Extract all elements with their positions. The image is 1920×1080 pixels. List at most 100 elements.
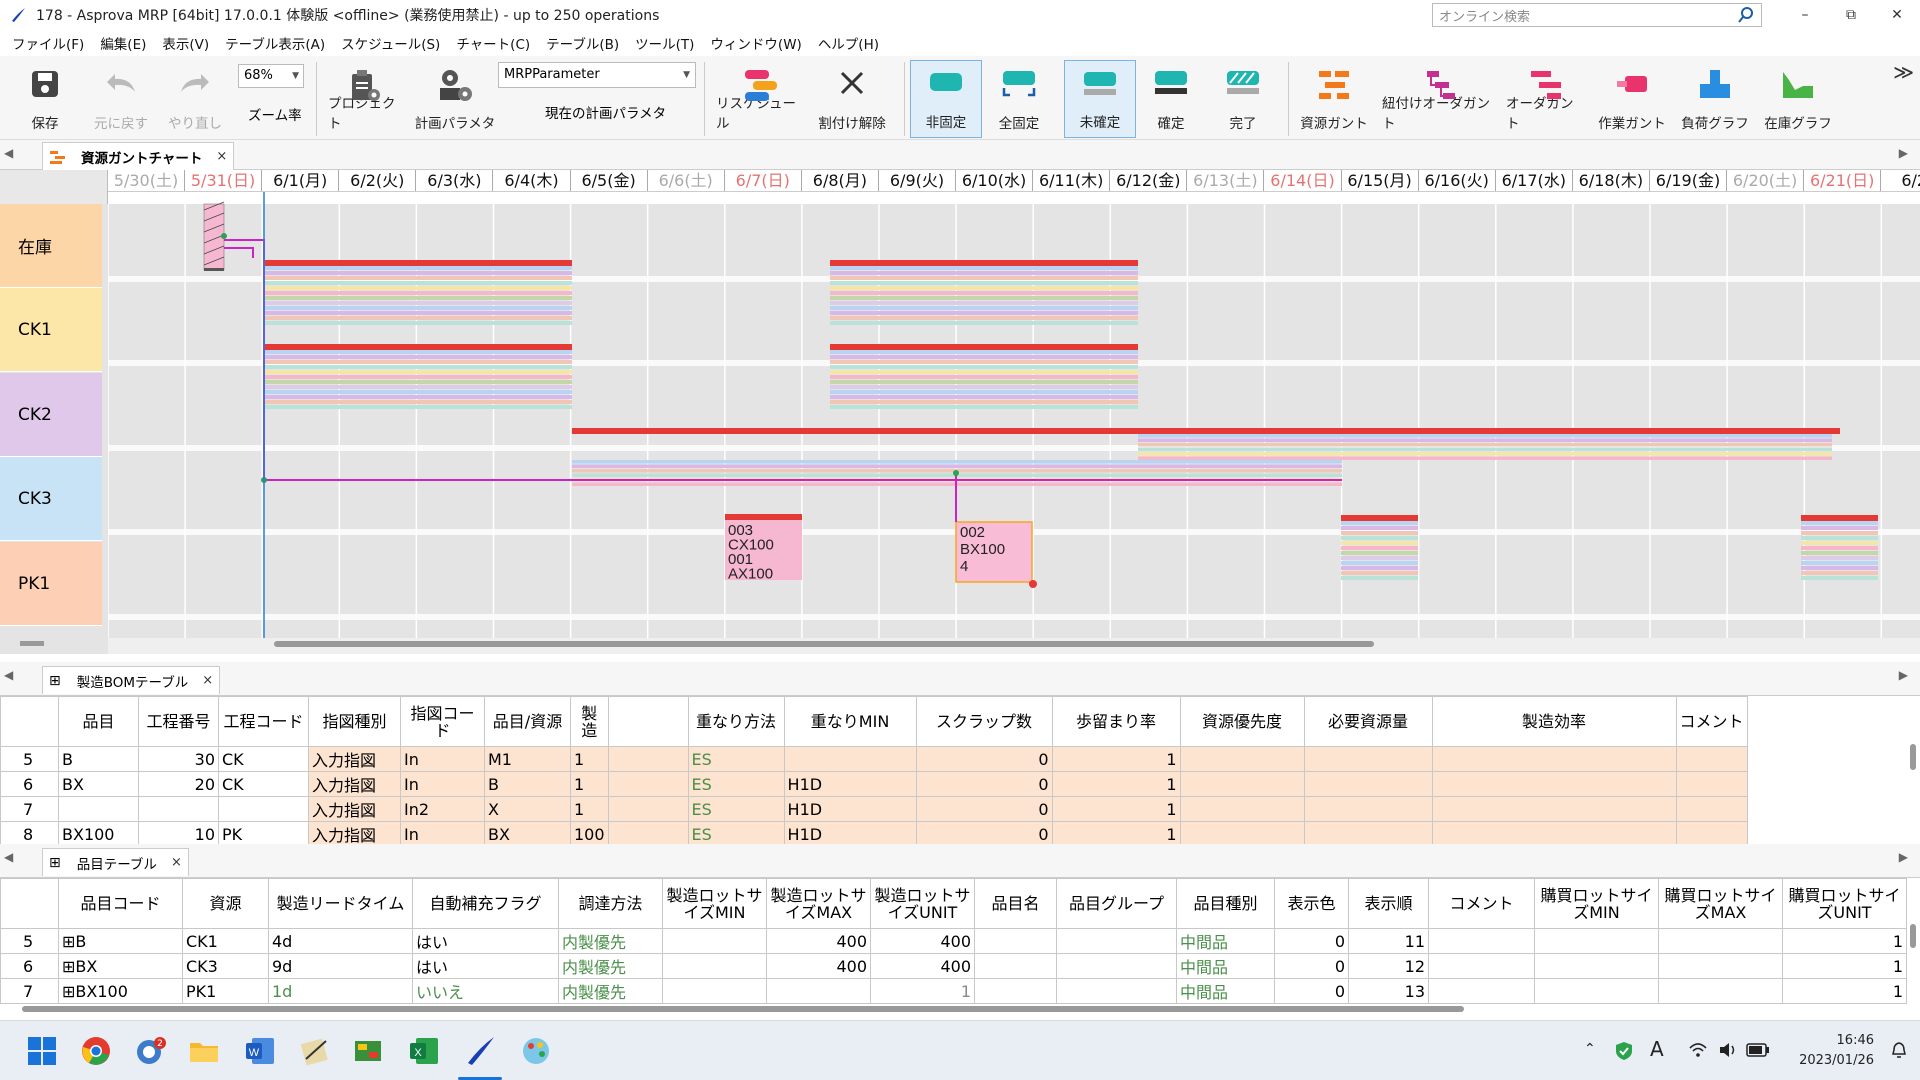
column-header[interactable]: 製造ロットサイズUNIT (870, 878, 975, 929)
pk1-operation[interactable] (1801, 526, 1878, 530)
column-header[interactable]: コメント (1675, 696, 1748, 747)
table-cell[interactable]: X (484, 796, 571, 822)
ck3-operation[interactable] (1138, 456, 1832, 461)
table-row[interactable]: 6 ⊞BX CK3 9d はい 内製優先 400 400 中間品 0 12 1 (0, 953, 1907, 979)
toolbar-overflow-button[interactable]: ≫ (1893, 60, 1914, 84)
table-cell[interactable] (218, 796, 309, 822)
tab-bom-table[interactable]: ⊞ 製造BOMテーブル × (42, 666, 221, 694)
pk1-operation[interactable] (1801, 536, 1878, 540)
table-cell[interactable]: 4d (268, 928, 413, 954)
menu-item[interactable]: テーブル(B) (546, 33, 619, 53)
tab-item-table[interactable]: ⊞ 品目テーブル × (42, 848, 189, 876)
restore-button[interactable]: ⧉ (1828, 0, 1874, 30)
redo-button[interactable]: やり直し (160, 60, 230, 138)
ck1-operation[interactable] (830, 316, 1138, 320)
inventory-graph-button[interactable]: 在庫グラフ (1760, 60, 1836, 138)
table-cell[interactable]: 入力指図 (308, 821, 401, 847)
ck2-operation[interactable] (830, 390, 1138, 394)
table-cell[interactable] (1431, 796, 1677, 822)
pk1-operation[interactable] (1801, 521, 1878, 525)
menu-item[interactable]: ツール(T) (635, 33, 694, 53)
table-row[interactable]: 8 BX100 10 PK 入力指図 In BX 100 ES H1D 0 1 (0, 821, 1748, 847)
table-cell[interactable]: 入力指図 (308, 796, 401, 822)
pk1-operation[interactable] (1801, 551, 1878, 555)
table-cell[interactable]: 1 (1051, 796, 1181, 822)
battery-icon[interactable] (1746, 1042, 1770, 1058)
ck1-operation[interactable] (830, 311, 1138, 315)
table-cell[interactable] (1428, 978, 1535, 1004)
column-header[interactable]: 重なり方法 (687, 696, 785, 747)
table-cell[interactable]: H1D (783, 771, 917, 797)
ck1-operation[interactable] (830, 306, 1138, 310)
table-cell[interactable] (1658, 953, 1783, 979)
column-header[interactable]: 表示順 (1348, 878, 1429, 929)
ck1-operation[interactable] (264, 321, 572, 325)
table-cell[interactable] (1303, 821, 1433, 847)
table-cell[interactable] (1534, 953, 1659, 979)
table-cell[interactable]: BX (58, 771, 139, 797)
table-cell[interactable]: 入力指図 (308, 746, 401, 772)
column-header[interactable]: 指図コード (400, 696, 485, 747)
table-cell[interactable] (1179, 746, 1305, 772)
ck2-operation[interactable] (264, 375, 572, 379)
table-cell[interactable]: H1D (783, 796, 917, 822)
tab-resource-gantt[interactable]: 資源ガントチャート × (42, 142, 235, 170)
table-cell[interactable]: 中間品 (1176, 978, 1275, 1004)
ck1-operation-header[interactable] (264, 260, 572, 266)
table-cell[interactable]: BX (484, 821, 571, 847)
table-cell[interactable]: M1 (484, 746, 571, 772)
item-h-scrollbar-thumb[interactable] (22, 1006, 1464, 1012)
table-cell[interactable]: 400 (870, 953, 975, 979)
ck1-operation[interactable] (830, 276, 1138, 280)
table-cell[interactable]: CK (218, 771, 309, 797)
table-cell[interactable]: 中間品 (1176, 953, 1275, 979)
column-header[interactable]: 工程コード (218, 696, 309, 747)
table-cell[interactable]: PK1 (182, 978, 269, 1004)
close-tab-icon[interactable]: × (202, 673, 213, 688)
notification-bell-icon[interactable] (1890, 1041, 1908, 1059)
ck2-operation[interactable] (264, 405, 572, 409)
table-cell[interactable]: In (400, 821, 485, 847)
excel-icon[interactable]: X (408, 1035, 440, 1067)
gantt-h-scrollbar-thumb[interactable] (274, 641, 1374, 647)
table-cell[interactable]: 0 (915, 821, 1053, 847)
table-cell[interactable] (1179, 796, 1305, 822)
volume-icon[interactable] (1718, 1041, 1738, 1059)
chrome-icon[interactable] (80, 1035, 112, 1067)
linked-order-gantt-button[interactable]: 紐付けオーダガント (1382, 60, 1498, 138)
ck2-operation[interactable] (830, 370, 1138, 374)
ck1-operation[interactable] (830, 321, 1138, 325)
notepad-icon[interactable] (298, 1035, 330, 1067)
table-cell[interactable]: 内製優先 (558, 978, 663, 1004)
table-cell[interactable]: 0 (1274, 978, 1349, 1004)
column-header[interactable]: 指図種別 (308, 696, 401, 747)
ck2-operation[interactable] (830, 395, 1138, 399)
column-header[interactable]: スクラップ数 (915, 696, 1053, 747)
ck1-operation[interactable] (830, 271, 1138, 275)
table-cell[interactable]: CK1 (182, 928, 269, 954)
order-gantt-button[interactable]: オーダガント (1506, 60, 1586, 138)
table-cell[interactable]: In2 (400, 796, 485, 822)
table-cell[interactable] (138, 796, 219, 822)
menu-item[interactable]: ウィンドウ(W) (710, 33, 801, 53)
ck3-operation[interactable] (572, 464, 1342, 469)
table-cell[interactable] (1534, 978, 1659, 1004)
table-cell[interactable] (974, 953, 1057, 979)
ck1-operation[interactable] (830, 266, 1138, 270)
table-cell[interactable]: 10 (138, 821, 219, 847)
table-cell[interactable]: 12 (1348, 953, 1429, 979)
close-tab-icon[interactable]: × (171, 855, 182, 870)
menu-item[interactable]: ヘルプ(H) (818, 33, 879, 53)
tab-scroll-left-icon[interactable]: ◀ (4, 668, 13, 682)
tab-scroll-right-icon[interactable]: ▶ (1899, 850, 1908, 864)
app-icon[interactable] (352, 1035, 384, 1067)
zoom-select[interactable]: 68% ▼ (238, 64, 304, 88)
pk1-operation[interactable] (1801, 561, 1878, 565)
word-icon[interactable]: W (244, 1035, 276, 1067)
undo-button[interactable]: 元に戻す (86, 60, 156, 138)
ck2-operation[interactable] (264, 395, 572, 399)
table-cell[interactable] (1303, 771, 1433, 797)
ck2-operation-header[interactable] (264, 344, 572, 350)
wifi-icon[interactable] (1688, 1041, 1708, 1059)
table-cell[interactable] (1658, 928, 1783, 954)
